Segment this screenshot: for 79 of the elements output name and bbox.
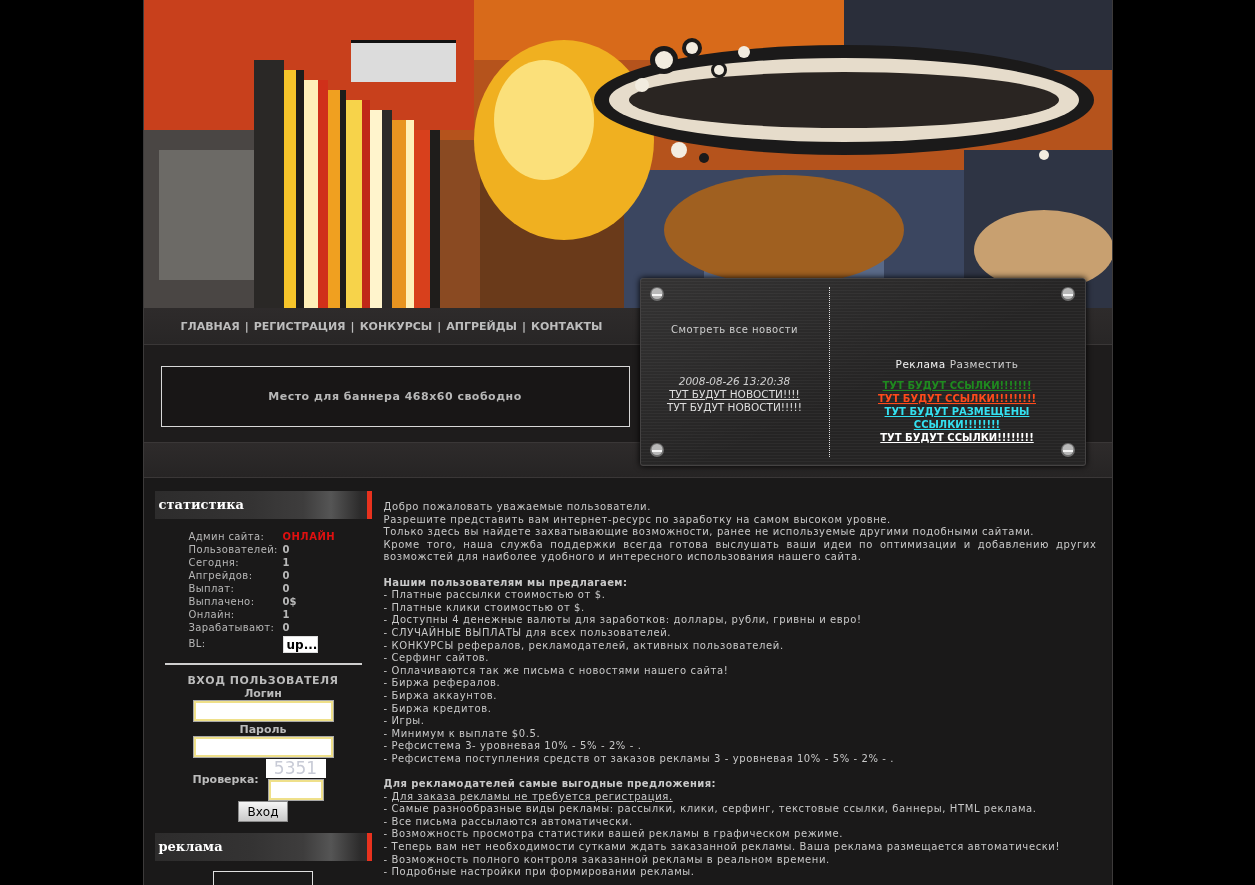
list-item: - Биржа аккаунтов. (383, 689, 498, 703)
stat-label: Зарабатывают: (188, 621, 276, 634)
stat-label: Апгрейдов: (188, 569, 254, 582)
list-dash: - (383, 790, 388, 802)
section-heading: Для рекламодателей самые выгодные предложения: (383, 778, 717, 791)
list-item: - Биржа рефералов. (383, 677, 502, 690)
screw-icon (649, 443, 664, 457)
list-item: - Игры. (383, 715, 426, 728)
section-header: статистика (154, 491, 372, 519)
list-item: - Минимум к выплате $0.5. (383, 727, 542, 741)
up-button[interactable]: up... (282, 636, 318, 653)
stat-label: BL: (188, 637, 207, 650)
list-item: - КОНКУРСЫ рефералов, рекламодателей, активных пользователей. (383, 639, 785, 653)
stat-value: 1 (282, 608, 290, 621)
screw-icon (649, 287, 664, 301)
nav-link[interactable]: КОНКУРСЫ (359, 319, 433, 333)
ad-link[interactable]: ТУТ БУДУТ ССЫЛКИ!!!!!!!!! (878, 392, 1036, 405)
nav-separator: | (437, 319, 442, 333)
list-item: - Биржа кредитов. (383, 702, 493, 716)
screw-icon (1060, 443, 1075, 457)
all-news-link[interactable]: Смотреть все новости (670, 324, 799, 335)
place-ad-link[interactable]: Разместить (949, 358, 1019, 371)
login-button[interactable]: Вход (238, 801, 288, 822)
nav-separator: | (350, 319, 355, 333)
list-item: - СЛУЧАЙНЫЕ ВЫПЛАТЫ для всех пользователей. (383, 626, 673, 640)
stat-label: Выплачено: (188, 595, 256, 608)
stat-value: 1 (282, 556, 290, 569)
list-item: - Платные рассылки стоимостью от $. (383, 589, 607, 602)
section-heading: Нашим пользователям мы предлагаем: (383, 576, 629, 590)
list-item: - Самые разнообразные виды рекламы: рассылки, клики, серфинг, текстовые ссылки, баннеры, HTML реклама. (383, 803, 1038, 816)
text-link[interactable]: Для заказа рекламы не требуется регистрация. (391, 790, 673, 802)
nav-link[interactable]: КОНТАКТЫ (530, 319, 603, 333)
list-item: - Все письма рассылаются автоматически. (383, 815, 634, 829)
list-item: - Платные клики стоимостью от $. (383, 601, 586, 615)
nav-link[interactable]: АПГРЕЙДЫ (446, 319, 517, 333)
password-field[interactable] (193, 737, 333, 757)
stat-value: 0 (282, 582, 290, 595)
stat-value: 0$ (282, 595, 297, 608)
login-title: ВХОД ПОЛЬЗОВАТЕЛЯ (187, 674, 339, 687)
screw-icon (1060, 287, 1075, 301)
list-item: - Рефсистема 3- уровневая 10% - 5% - 2% - . (383, 740, 643, 753)
status-text: ОНЛАЙН (282, 530, 336, 543)
stat-label: Пользователей: (188, 543, 279, 556)
intro-text: Кроме того, наша служба поддержки всегда готова выслушать ваши идеи по оптимизации и добавлению других возможстей для наиболее удобного и интересного использования нашего сайта. (383, 538, 1097, 564)
captcha-label: Проверка: (192, 773, 260, 786)
list-item: - Оплачиваются так же письма с новостями нашего сайта! (383, 664, 730, 678)
login-field[interactable] (193, 701, 333, 721)
nav-link[interactable]: РЕГИСТРАЦИЯ (253, 319, 346, 333)
stat-label: Онлайн: (188, 608, 236, 621)
intro-text: Разрешите представить вам интернет-ресурс по заработку на самом высоком уровне. (383, 513, 892, 527)
news-text: ТУТ БУДУТ НОВОСТИ!!!!! (667, 401, 802, 414)
stat-label: Сегодня: (188, 556, 241, 569)
nav-separator: | (244, 319, 249, 333)
list-item: - Возможность полного контроля заказанной рекламы в реальном времени. (383, 853, 831, 867)
nav-link[interactable]: ГЛАВНАЯ (180, 319, 240, 333)
list-item: - Подробные настройки при формировании рекламы. (383, 866, 696, 879)
list-item: - Серфинг сайтов. (383, 652, 491, 665)
field-label: Логин (244, 687, 282, 700)
stat-value: 0 (282, 569, 290, 582)
section-header: реклама (154, 833, 372, 861)
stat-value: 0 (282, 621, 290, 634)
list-item: - Рефсистема поступления средств от заказов рекламы 3 - уровневая 10% - 5% - 2% - . (383, 752, 896, 766)
list-item: - Теперь вам нет необходимости сутками ждать заказанной рекламы. Ваша реклама размещается автоматически! (383, 841, 1062, 854)
list-item: - Доступны 4 денежные валюты для заработков: доллары, рубли, гривны и евро! (383, 614, 863, 627)
stat-label: Админ сайта: (188, 530, 266, 543)
ads-title: Реклама (895, 358, 946, 371)
banner-caption: Место для баннера 468x60 свободно (268, 390, 522, 403)
captcha-field[interactable] (268, 780, 323, 800)
intro-text: Добро пожаловать уважаемые пользователи. (383, 501, 652, 514)
stat-value: 0 (282, 543, 290, 556)
list-item: - Возможность просмотра статистики вашей рекламы в графическом режиме. (383, 828, 845, 842)
ad-link[interactable]: ТУТ БУДУТ РАЗМЕЩЕНЫ ССЫЛКИ!!!!!!!! (871, 405, 1043, 431)
intro-text: Только здесь вы найдете захватывающие возможности, ранее не используемые другими подобными сайтами. (383, 526, 1036, 539)
stat-label: Выплат: (188, 582, 236, 595)
field-label: Пароль (239, 723, 287, 736)
news-link[interactable]: ТУТ БУДУТ НОВОСТИ!!!! (669, 388, 800, 401)
nav-separator: | (521, 319, 526, 333)
news-date: 2008-08-26 13:20:38 (678, 375, 791, 388)
ad-link[interactable]: ТУТ БУДУТ ССЫЛКИ!!!!!!!! (880, 431, 1034, 444)
